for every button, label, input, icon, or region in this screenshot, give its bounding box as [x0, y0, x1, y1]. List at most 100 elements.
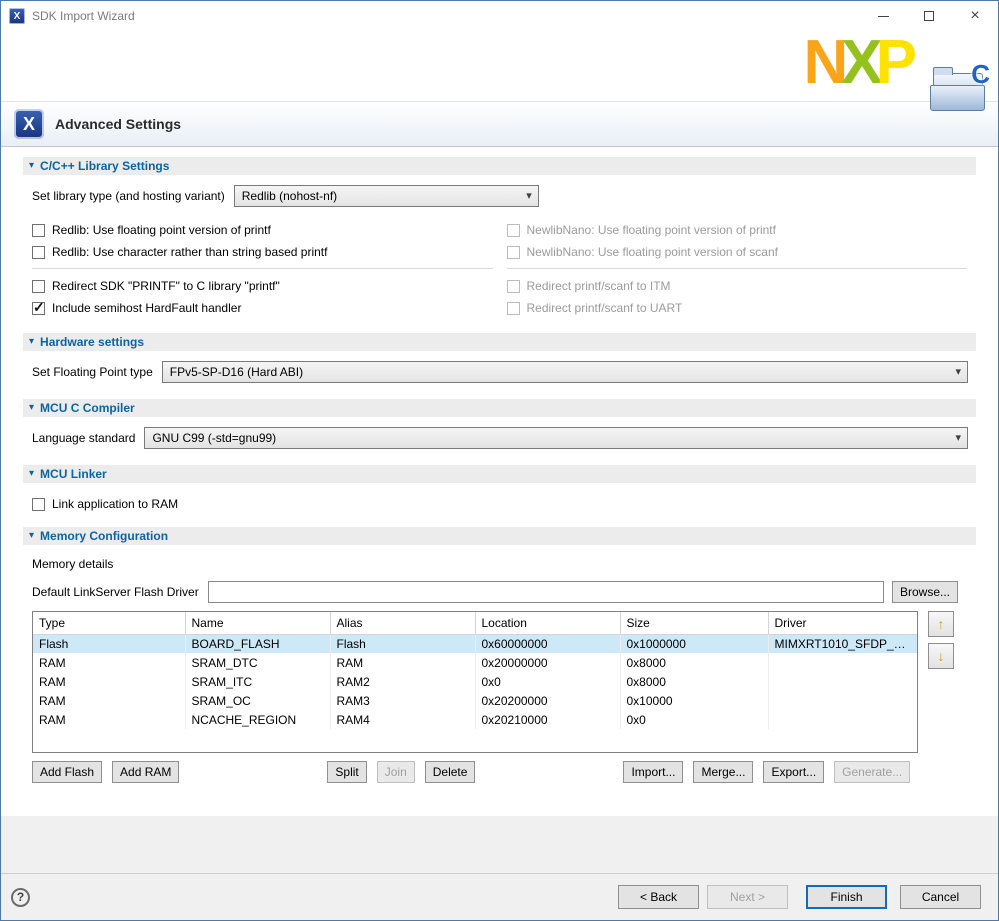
language-standard-dropdown[interactable]: GNU C99 (-std=gnu99) ▾ [144, 427, 968, 449]
redlib-float-printf-checkbox[interactable]: ✓ [32, 224, 45, 237]
floating-point-dropdown[interactable]: FPv5-SP-D16 (Hard ABI) ▾ [162, 361, 968, 383]
cell-name: SRAM_DTC [185, 653, 330, 672]
table-row[interactable]: RAM SRAM_ITC RAM2 0x0 0x8000 [33, 672, 917, 691]
library-type-dropdown[interactable]: Redlib (nohost-nf) ▾ [234, 185, 539, 207]
cell-size: 0x0 [620, 710, 768, 729]
delete-button[interactable]: Delete [425, 761, 476, 783]
column-header-alias[interactable]: Alias [330, 612, 475, 634]
table-row[interactable]: Flash BOARD_FLASH Flash 0x60000000 0x100… [33, 634, 917, 653]
nxp-letter-x: X [841, 28, 875, 97]
button-bar: ? < Back Next > Finish Cancel [1, 873, 998, 920]
cancel-button[interactable]: Cancel [900, 885, 981, 909]
move-up-button[interactable]: ↑ [928, 611, 954, 637]
floating-point-value: FPv5-SP-D16 (Hard ABI) [170, 365, 303, 379]
add-flash-button[interactable]: Add Flash [32, 761, 102, 783]
export-button[interactable]: Export... [763, 761, 824, 783]
next-button: Next > [707, 885, 788, 909]
divider [507, 268, 968, 269]
chevron-down-icon: ▾ [955, 365, 961, 378]
cell-size: 0x8000 [620, 653, 768, 672]
checkbox-label: Link application to RAM [52, 497, 178, 511]
checkbox-label: Redlib: Use floating point version of pr… [52, 223, 271, 237]
cell-type: RAM [33, 710, 185, 729]
maximize-button[interactable] [906, 1, 952, 31]
join-button: Join [377, 761, 415, 783]
nxp-logo: NXP [804, 33, 911, 93]
column-header-location[interactable]: Location [475, 612, 620, 634]
newlibnano-float-printf-checkbox: ✓ [507, 224, 520, 237]
chevron-down-icon: ▾ [955, 431, 961, 444]
cell-location: 0x60000000 [475, 634, 620, 653]
redlib-char-printf-checkbox[interactable]: ✓ [32, 246, 45, 259]
section-title: MCU Linker [40, 467, 107, 481]
split-button[interactable]: Split [327, 761, 366, 783]
checkbox-label: Redlib: Use character rather than string… [52, 245, 327, 259]
checkbox-row: ✓ Link application to RAM [32, 493, 976, 515]
section-header-hardware[interactable]: ▾ Hardware settings [23, 333, 976, 351]
close-button[interactable]: × [952, 1, 998, 31]
redirect-printf-checkbox[interactable]: ✓ [32, 280, 45, 293]
section-header-memory[interactable]: ▾ Memory Configuration [23, 527, 976, 545]
close-icon: × [970, 8, 979, 24]
cell-alias: RAM [330, 653, 475, 672]
checkbox-row: ✓ Redirect printf/scanf to UART [507, 297, 968, 319]
window-title: SDK Import Wizard [32, 9, 135, 23]
cell-driver: MIMXRT1010_SFDP_QS... [768, 634, 917, 653]
section-header-linker[interactable]: ▾ MCU Linker [23, 465, 976, 483]
section-header-library[interactable]: ▾ C/C++ Library Settings [23, 157, 976, 175]
check-icon: ✓ [33, 299, 45, 316]
link-to-ram-checkbox[interactable]: ✓ [32, 498, 45, 511]
memory-table: Type Name Alias Location Size Driver Fla… [32, 611, 918, 753]
import-button[interactable]: Import... [623, 761, 683, 783]
section-header-compiler[interactable]: ▾ MCU C Compiler [23, 399, 976, 417]
language-standard-value: GNU C99 (-std=gnu99) [152, 431, 276, 445]
finish-button[interactable]: Finish [806, 885, 887, 909]
checkbox-row: ✓ Redlib: Use floating point version of … [32, 219, 493, 241]
cell-location: 0x20200000 [475, 691, 620, 710]
section-title: Memory Configuration [40, 529, 168, 543]
cell-location: 0x20000000 [475, 653, 620, 672]
minimize-button[interactable] [860, 1, 906, 31]
merge-button[interactable]: Merge... [693, 761, 753, 783]
cell-driver [768, 710, 917, 729]
move-down-button[interactable]: ↓ [928, 643, 954, 669]
logo-band: NXP C [1, 31, 998, 101]
cell-location: 0x20210000 [475, 710, 620, 729]
arrow-down-icon: ↓ [938, 649, 945, 663]
flash-driver-input[interactable] [208, 581, 884, 603]
table-row[interactable]: RAM NCACHE_REGION RAM4 0x20210000 0x0 [33, 710, 917, 729]
column-header-name[interactable]: Name [185, 612, 330, 634]
chevron-down-icon: ▾ [526, 189, 532, 202]
cell-name: SRAM_OC [185, 691, 330, 710]
cell-size: 0x8000 [620, 672, 768, 691]
column-header-driver[interactable]: Driver [768, 612, 917, 634]
divider [32, 268, 493, 269]
cell-type: Flash [33, 634, 185, 653]
column-header-type[interactable]: Type [33, 612, 185, 634]
sdk-import-wizard-window: X SDK Import Wizard × NXP C X Advanced S… [0, 0, 999, 921]
table-row[interactable]: RAM SRAM_OC RAM3 0x20200000 0x10000 [33, 691, 917, 710]
cell-alias: RAM3 [330, 691, 475, 710]
redirect-uart-checkbox: ✓ [507, 302, 520, 315]
maximize-icon [924, 11, 934, 21]
titlebar: X SDK Import Wizard × [1, 1, 998, 31]
column-header-size[interactable]: Size [620, 612, 768, 634]
help-button[interactable]: ? [11, 888, 30, 907]
semihost-hardfault-checkbox[interactable]: ✓ [32, 302, 45, 315]
mcuxpresso-icon-letter: X [23, 114, 35, 135]
browse-button[interactable]: Browse... [892, 581, 958, 603]
add-ram-button[interactable]: Add RAM [112, 761, 179, 783]
library-type-label: Set library type (and hosting variant) [32, 189, 225, 203]
cell-type: RAM [33, 691, 185, 710]
app-icon-letter: X [14, 11, 21, 22]
back-button[interactable]: < Back [618, 885, 699, 909]
checkbox-label: NewlibNano: Use floating point version o… [527, 245, 778, 259]
checkbox-label: Redirect printf/scanf to ITM [527, 279, 671, 293]
table-row[interactable]: RAM SRAM_DTC RAM 0x20000000 0x8000 [33, 653, 917, 672]
page-title: Advanced Settings [55, 116, 181, 132]
checkbox-row: ✓ NewlibNano: Use floating point version… [507, 219, 968, 241]
checkbox-row: ✓ Redlib: Use character rather than stri… [32, 241, 493, 263]
cell-type: RAM [33, 672, 185, 691]
checkbox-row: ✓ NewlibNano: Use floating point version… [507, 241, 968, 263]
cell-name: SRAM_ITC [185, 672, 330, 691]
